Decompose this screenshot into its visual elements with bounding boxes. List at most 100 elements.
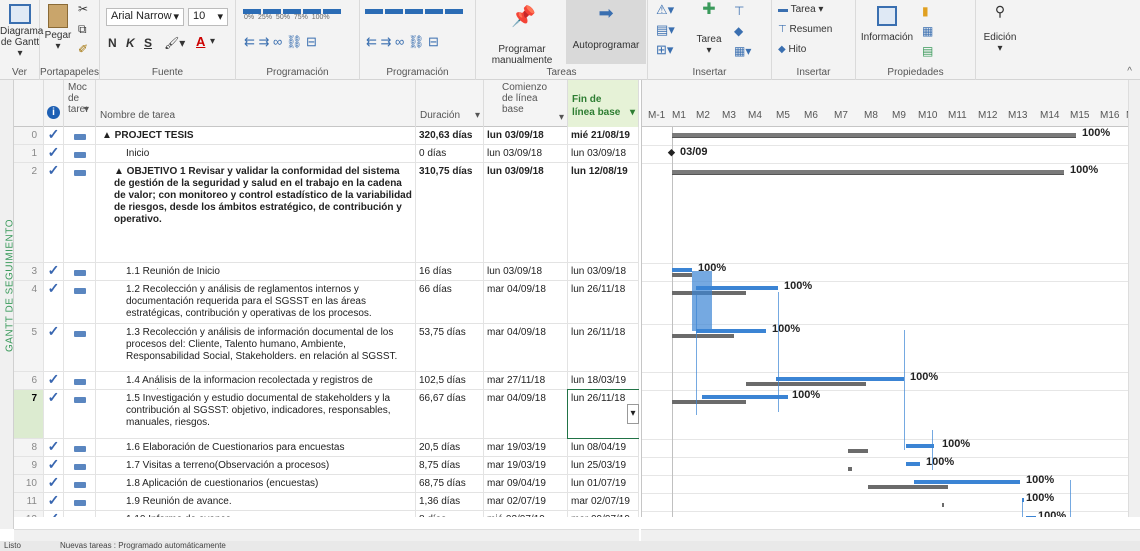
pct-25-button-2[interactable] <box>385 9 403 14</box>
baseline-start-cell[interactable]: lun 03/09/18 <box>484 163 568 262</box>
row-number[interactable]: 2 <box>14 163 44 262</box>
baseline-start-cell[interactable]: mar 04/09/18 <box>484 324 568 371</box>
gantt-row-divider[interactable] <box>642 281 1128 282</box>
summary-button[interactable]: ⊤ Resumen <box>778 24 832 35</box>
dependency-link[interactable] <box>904 330 905 450</box>
pct-100-button-2[interactable] <box>445 9 463 14</box>
summary-task-icon[interactable]: ⊤ <box>734 4 744 18</box>
baseline-start-cell[interactable]: lun 03/09/18 <box>484 127 568 144</box>
task-bar[interactable] <box>702 395 788 399</box>
pct-0-button-2[interactable] <box>365 9 383 14</box>
bold-button[interactable]: N <box>108 36 117 50</box>
duration-cell[interactable]: 8,75 días <box>416 457 484 474</box>
copy-icon[interactable]: ⧉ <box>78 22 87 37</box>
baseline-finish-cell[interactable]: lun 01/07/19 <box>568 475 639 492</box>
dependency-link[interactable] <box>778 292 779 412</box>
baseline-finish-cell[interactable]: lun 08/04/19 <box>568 439 639 456</box>
dependency-link[interactable] <box>696 295 697 415</box>
baseline-start-cell[interactable]: mar 19/03/19 <box>484 457 568 474</box>
task-dropdown-button[interactable]: ▬ Tarea ▾ <box>778 4 823 15</box>
baseline-bar[interactable] <box>746 382 866 386</box>
gantt-row-divider[interactable] <box>642 324 1128 325</box>
indicators-header[interactable]: i <box>44 80 64 127</box>
baseline-finish-cell[interactable]: mar 09/07/19 <box>568 511 639 517</box>
milestone-diamond-icon[interactable]: ◆ <box>668 147 675 158</box>
baseline-finish-cell[interactable]: lun 03/09/18 <box>568 263 639 280</box>
task-insert-dropdown-icon[interactable]: ▾ <box>692 45 726 56</box>
baseline-start-cell[interactable]: mié 03/07/19 <box>484 511 568 517</box>
table-row[interactable]: 1 ✓ Inicio 0 días lun 03/09/18 lun 03/09/18 <box>14 145 639 163</box>
duration-cell[interactable]: 102,5 días <box>416 372 484 389</box>
pct-75-button-2[interactable] <box>425 9 443 14</box>
baseline-bar[interactable] <box>672 273 692 277</box>
table-row[interactable]: 5 ✓ 1.3 Recolección y análisis de informac… <box>14 324 639 372</box>
row-number[interactable]: 5 <box>14 324 44 371</box>
gantt-row-divider[interactable] <box>642 475 1128 476</box>
gantt-row-divider[interactable] <box>642 390 1128 391</box>
highlight-color-icon[interactable]: 🖌▾ <box>164 36 185 50</box>
baseline-bar[interactable] <box>848 467 852 471</box>
select-all-corner[interactable] <box>14 80 44 127</box>
baseline-bar[interactable] <box>672 400 746 404</box>
duration-cell[interactable]: 310,75 días <box>416 163 484 262</box>
row-number[interactable]: 11 <box>14 493 44 510</box>
task-name-header[interactable]: Nombre de tarea <box>96 80 416 127</box>
paste-dropdown-icon[interactable]: ▾ <box>42 41 74 52</box>
dependency-link[interactable] <box>1070 480 1071 517</box>
pct-50-button-2[interactable] <box>405 9 423 14</box>
gantt-horizontal-scrollbar[interactable] <box>641 529 1140 541</box>
duration-cell[interactable]: 53,75 días <box>416 324 484 371</box>
table-row[interactable]: 6 ✓ 1.4 Análisis de la informacion recolec… <box>14 372 639 390</box>
baseline-start-cell[interactable]: mar 09/04/19 <box>484 475 568 492</box>
task-name-cell[interactable]: Inicio <box>96 145 416 162</box>
baseline-bar[interactable] <box>672 334 734 338</box>
duration-header[interactable]: Duración ▾ <box>416 80 484 127</box>
editing-dropdown-icon[interactable]: ▾ <box>976 43 1024 54</box>
baseline-finish-cell[interactable]: lun 03/09/18 <box>568 145 639 162</box>
baseline-finish-cell[interactable]: mar 02/07/19 <box>568 493 639 510</box>
move-icon[interactable]: ▤▾ <box>656 22 675 38</box>
duration-cell[interactable]: 320,63 días <box>416 127 484 144</box>
table-row[interactable]: 0 ✓ ▲ PROJECT TESIS 320,63 días lun 03/09/18… <box>14 127 639 145</box>
task-mode-header[interactable]: Moc de tare: ▾ <box>64 80 96 127</box>
table-row[interactable]: 4 ✓ 1.2 Recolección y análisis de reglamen… <box>14 281 639 324</box>
table-row[interactable]: 9 ✓ 1.7 Visitas a terreno(Observación a pr… <box>14 457 639 475</box>
summary-bar-objetivo1[interactable] <box>672 170 1064 175</box>
gantt-diagram-button[interactable]: Diagrama de Gantt ▾ <box>0 2 43 59</box>
row-number[interactable]: 9 <box>14 457 44 474</box>
schedule-tools-icons[interactable]: ⇇ ⇉ ∞ ⛓ ⊟ <box>366 34 439 50</box>
baseline-bar[interactable] <box>942 503 944 507</box>
baseline-start-cell[interactable]: lun 03/09/18 <box>484 263 568 280</box>
baseline-start-cell[interactable]: mar 27/11/18 <box>484 372 568 389</box>
baseline-start-cell[interactable]: mar 04/09/18 <box>484 390 568 438</box>
paste-button[interactable]: Pegar ▾ <box>42 2 74 52</box>
row-number[interactable]: 1 <box>14 145 44 162</box>
underline-button[interactable]: S <box>144 36 152 50</box>
summary-bar-project[interactable] <box>672 133 1076 138</box>
baseline-bar[interactable] <box>848 449 868 453</box>
information-button[interactable]: Información <box>856 4 918 43</box>
baseline-start-cell[interactable]: mar 04/09/18 <box>484 281 568 323</box>
notes-icon[interactable]: ▮ <box>922 4 929 18</box>
gantt-row-divider[interactable] <box>642 145 1128 146</box>
font-color-icon[interactable]: A <box>196 34 205 49</box>
format-painter-icon[interactable]: ✐ <box>78 42 88 56</box>
table-row[interactable]: 3 ✓ 1.1 Reunión de Inicio 16 días lun 03/09/… <box>14 263 639 281</box>
duration-cell[interactable]: 68,75 días <box>416 475 484 492</box>
task-name-cell[interactable]: ▲ OBJETIVO 1 Revisar y validar la confor… <box>96 163 416 262</box>
baseline-finish-cell[interactable]: lun 12/08/19 <box>568 163 639 262</box>
task-name-cell[interactable]: 1.9 Reunión de avance. <box>96 493 416 510</box>
cut-icon[interactable]: ✂ <box>78 2 88 16</box>
table-horizontal-scrollbar[interactable] <box>14 529 639 541</box>
baseline-start-cell[interactable]: mar 19/03/19 <box>484 439 568 456</box>
gantt-row-divider[interactable] <box>642 439 1128 440</box>
dependency-link[interactable] <box>692 271 712 331</box>
table-row[interactable]: 10 ✓ 1.8 Aplicación de cuestionarios (encu… <box>14 475 639 493</box>
duration-cell[interactable]: 20,5 días <box>416 439 484 456</box>
task-bar[interactable] <box>1026 516 1036 517</box>
baseline-finish-cell[interactable]: lun 26/11/18 <box>568 281 639 323</box>
task-insert-button[interactable]: ✚ Tarea ▾ <box>692 2 726 57</box>
table-row[interactable]: 12✓ 1.10 Informe de avance8 díasmié 03/07… <box>14 511 639 517</box>
date-picker-dropdown-icon[interactable]: ▾ <box>627 404 639 424</box>
gantt-row-divider[interactable] <box>642 493 1128 494</box>
